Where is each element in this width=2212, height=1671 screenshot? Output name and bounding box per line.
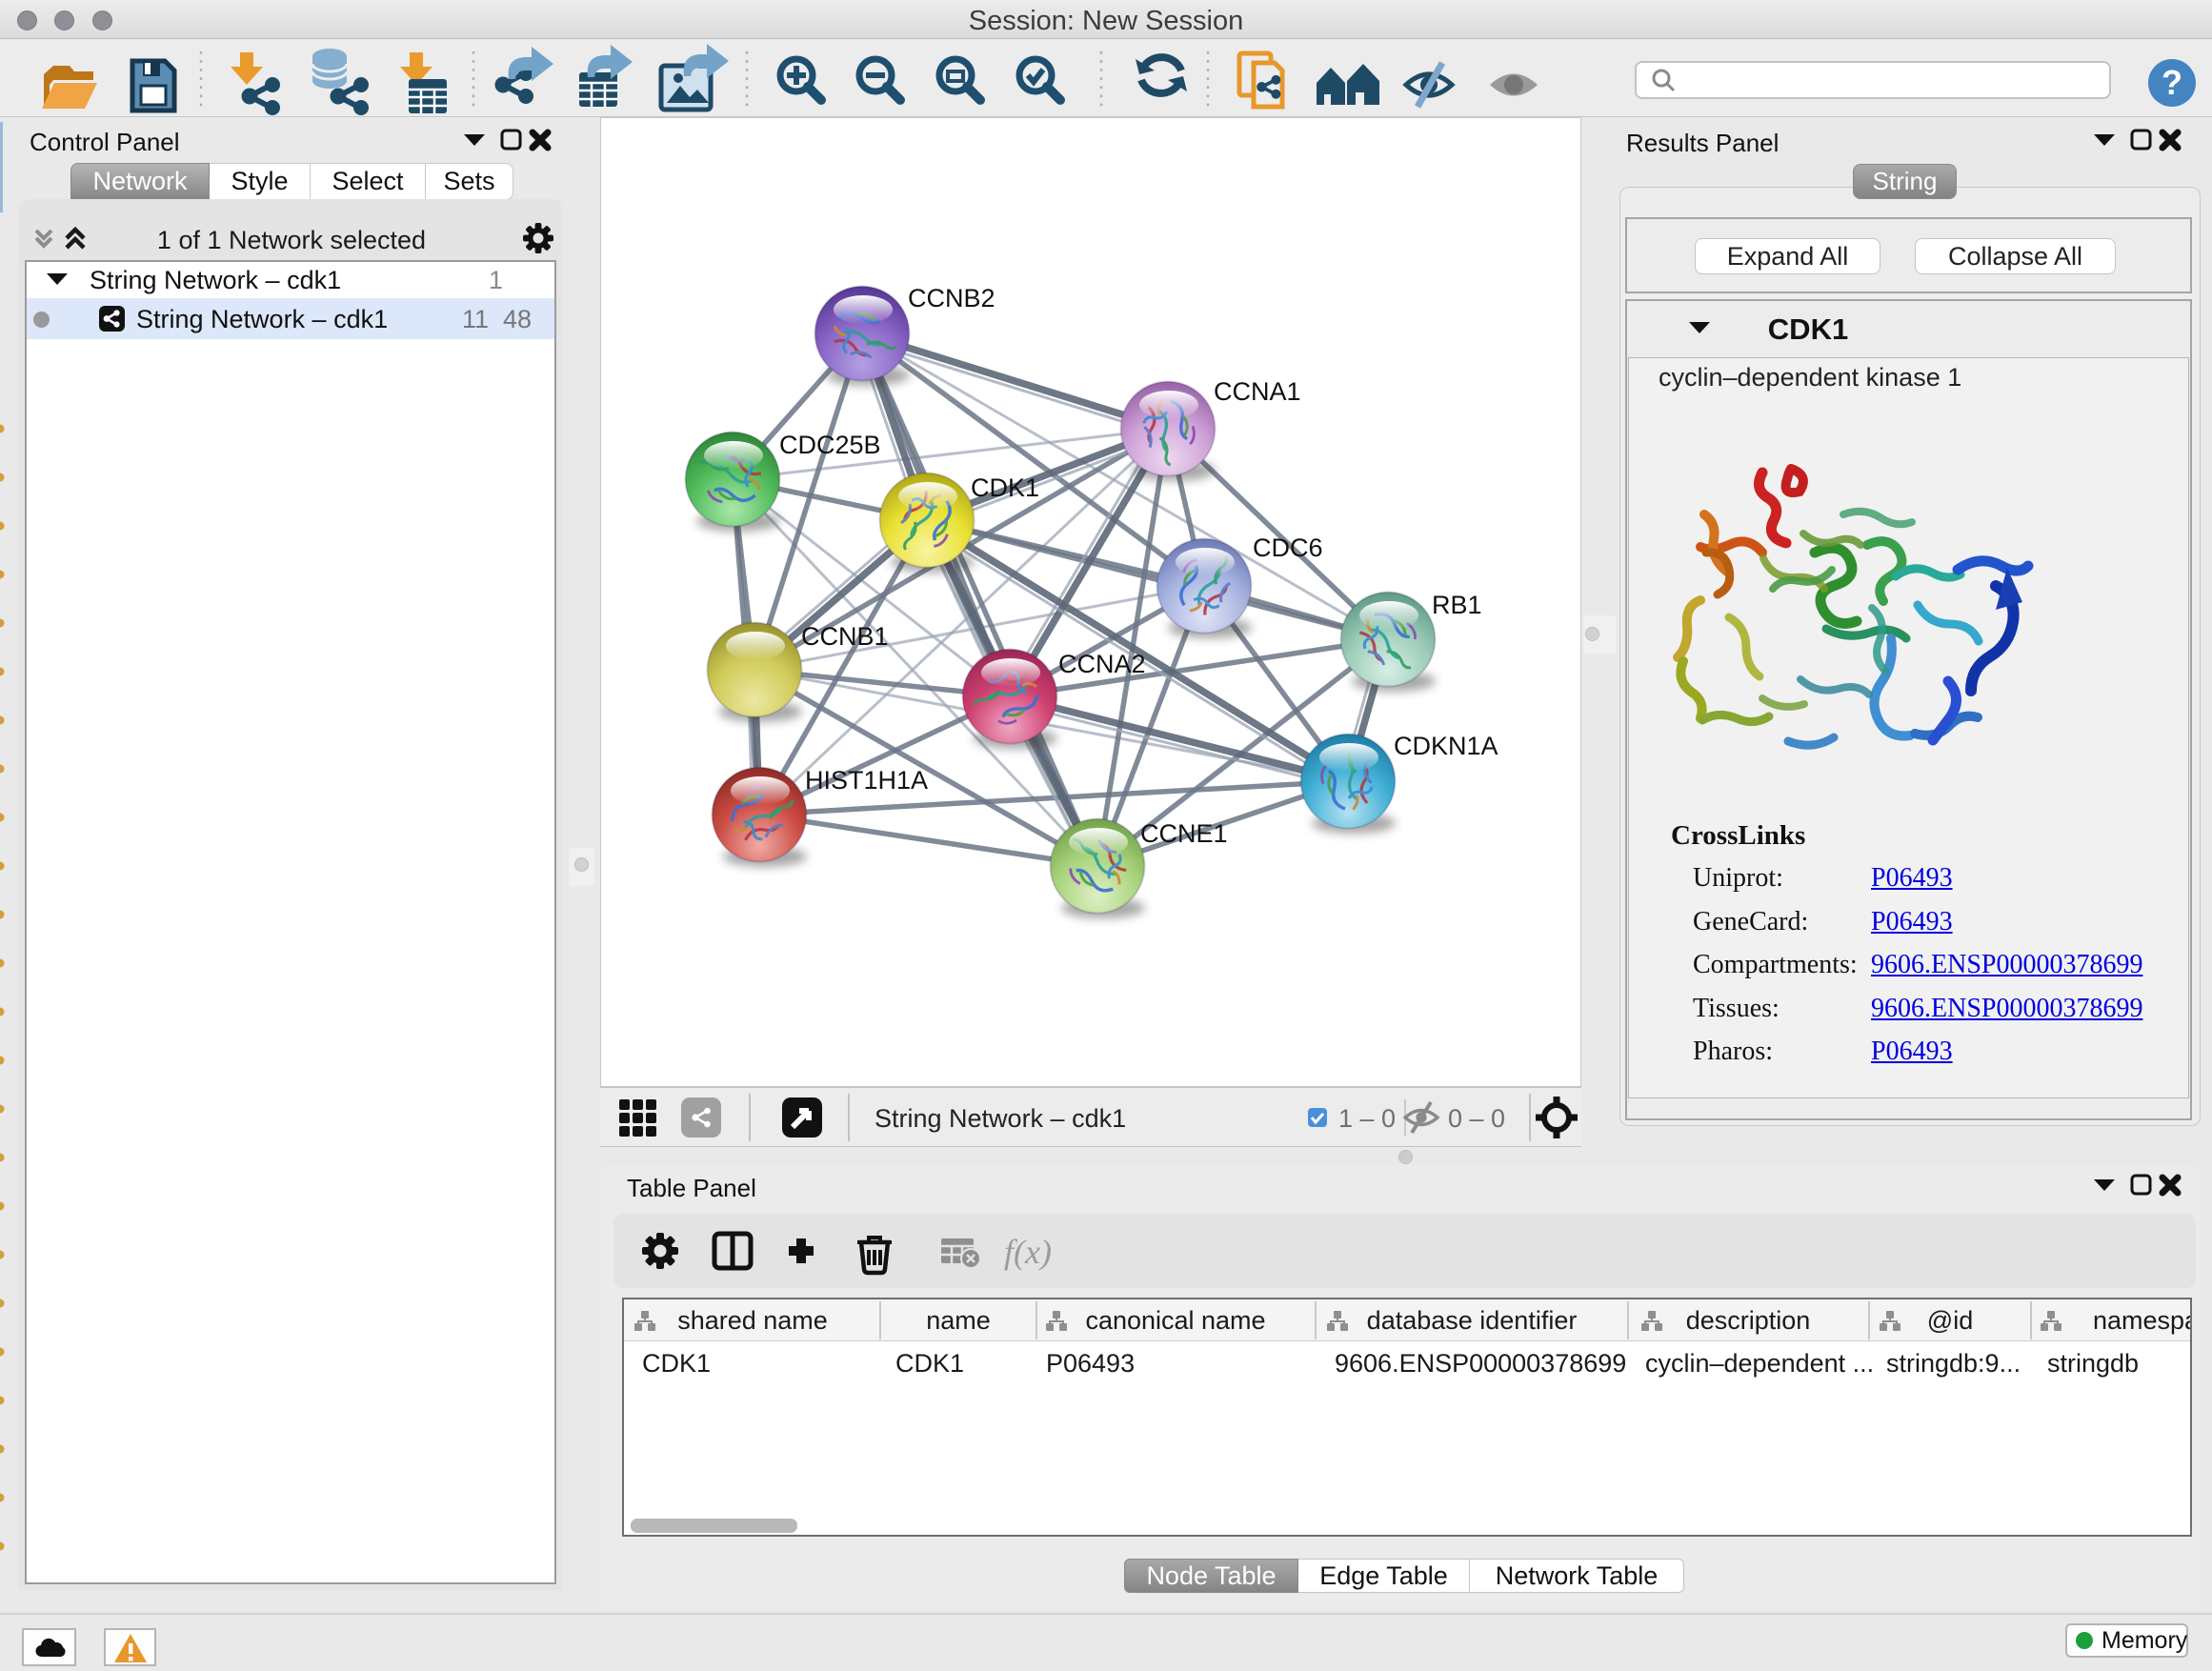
svg-text:@id: @id	[1927, 1306, 1973, 1335]
svg-text:CCNB2: CCNB2	[908, 284, 995, 312]
svg-text:?: ?	[2162, 63, 2182, 102]
svg-text:CDC25B: CDC25B	[779, 431, 881, 459]
svg-text:CDC6: CDC6	[1253, 534, 1323, 562]
svg-text:CCNA2: CCNA2	[1058, 650, 1146, 678]
svg-text:CDKN1A: CDKN1A	[1394, 732, 1498, 760]
svg-text:HIST1H1A: HIST1H1A	[805, 766, 928, 795]
svg-text:description: description	[1686, 1306, 1811, 1335]
svg-text:String Network – cdk1: String Network – cdk1	[875, 1104, 1126, 1133]
svg-text:shared name: shared name	[677, 1306, 828, 1335]
svg-text:canonical name: canonical name	[1085, 1306, 1265, 1335]
svg-text:CCNB1: CCNB1	[801, 622, 889, 651]
svg-text:name: name	[926, 1306, 991, 1335]
svg-text:namespace: namespace	[2093, 1306, 2190, 1335]
svg-text:RB1: RB1	[1432, 591, 1482, 619]
svg-text:CCNE1: CCNE1	[1140, 819, 1228, 848]
svg-text:CCNA1: CCNA1	[1214, 377, 1301, 406]
svg-text:0 – 0: 0 – 0	[1448, 1104, 1505, 1133]
svg-text:database identifier: database identifier	[1367, 1306, 1578, 1335]
svg-text:1 – 0: 1 – 0	[1338, 1104, 1396, 1133]
svg-text:CDK1: CDK1	[971, 473, 1039, 502]
svg-text:f(x): f(x)	[1004, 1233, 1052, 1271]
